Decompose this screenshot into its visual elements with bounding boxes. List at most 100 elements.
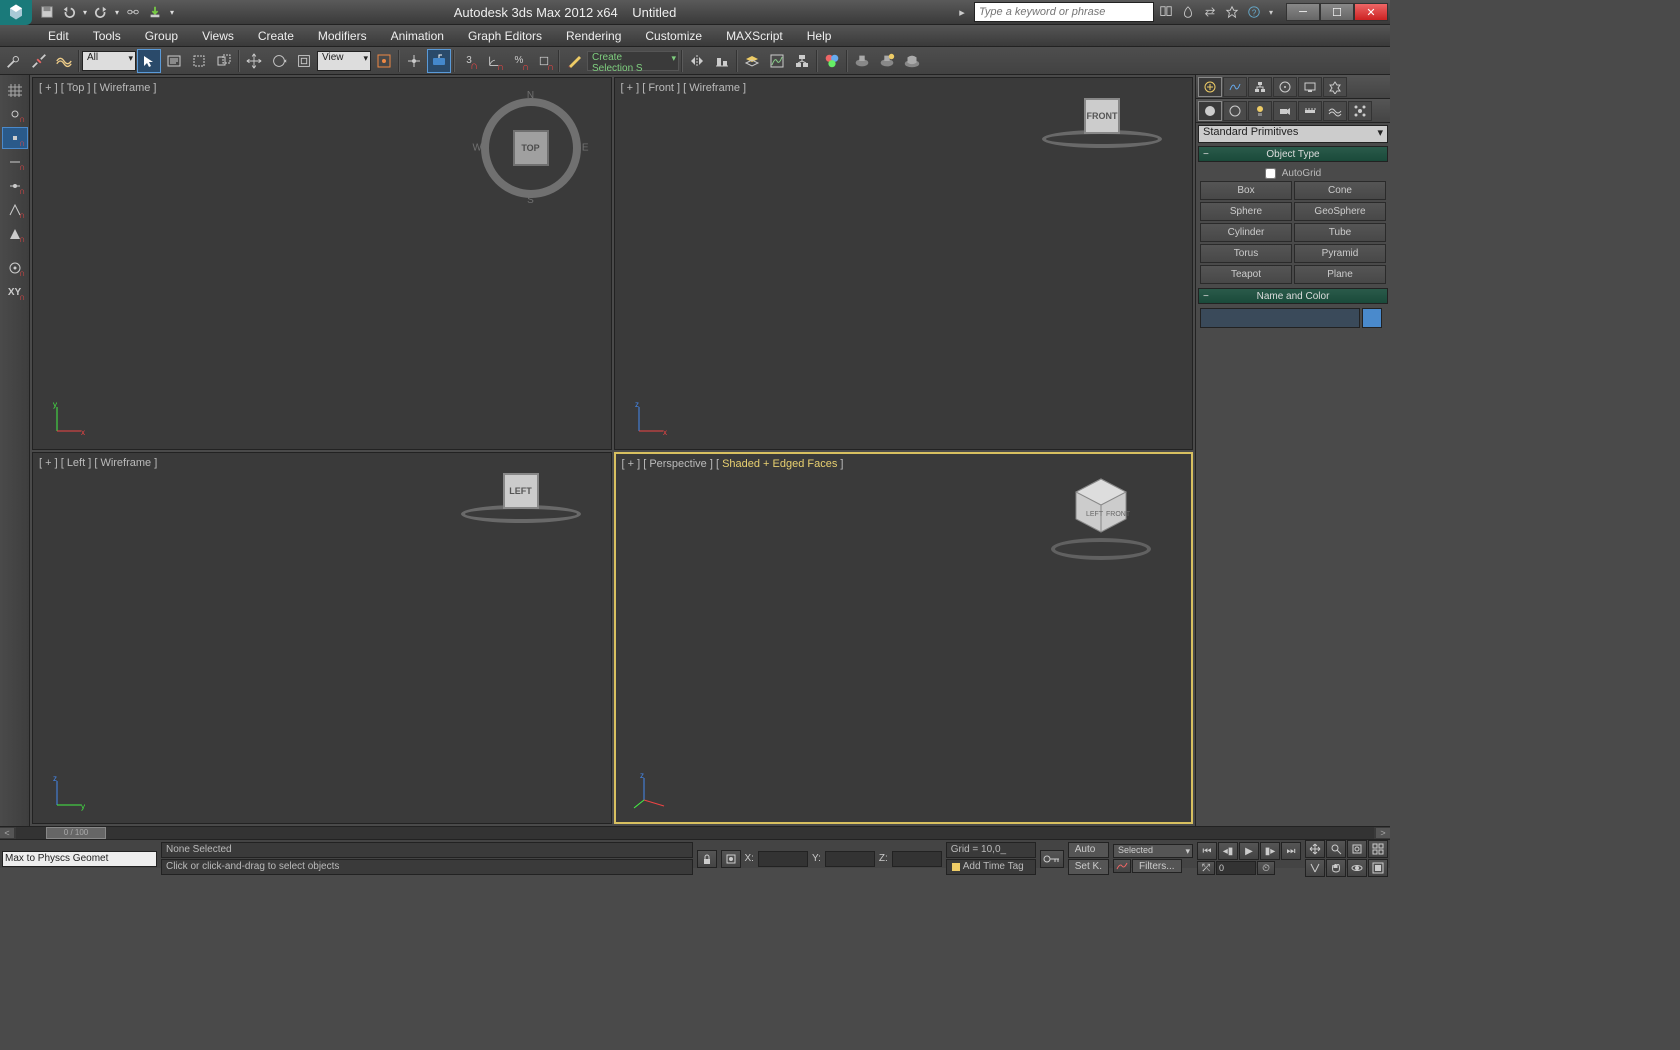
zoom-all-icon[interactable] [1368, 840, 1388, 858]
selection-filter-dropdown[interactable]: All [82, 51, 136, 71]
snap-edge-icon[interactable]: ∩ [2, 199, 28, 221]
infocenter-toggle-icon[interactable]: ▸ [952, 3, 972, 21]
utilities-tab-icon[interactable] [1323, 77, 1347, 97]
snap-face-icon[interactable]: ∩ [2, 223, 28, 245]
snap-toggle-icon[interactable]: 3∩ [457, 49, 481, 73]
menu-customize[interactable]: Customize [633, 25, 714, 47]
viewcube-front[interactable]: FRONT [1042, 98, 1162, 148]
rotate-icon[interactable] [267, 49, 291, 73]
angle-snap-icon[interactable]: ∩ [482, 49, 506, 73]
snap-vertex-icon[interactable]: ∩ [2, 127, 28, 149]
hierarchy-tab-icon[interactable] [1248, 77, 1272, 97]
z-coord-input[interactable] [892, 851, 942, 867]
time-config-icon[interactable]: ⏲ [1257, 861, 1275, 875]
cone-button[interactable]: Cone [1294, 181, 1386, 200]
viewcube-perspective[interactable]: LEFT FRONT [1041, 474, 1161, 564]
key-step-icon[interactable]: ⤱ [1197, 861, 1215, 875]
timeslider-left-icon[interactable]: < [0, 828, 14, 838]
play-icon[interactable]: ▶ [1239, 842, 1259, 860]
sphere-button[interactable]: Sphere [1200, 202, 1292, 221]
tube-button[interactable]: Tube [1294, 223, 1386, 242]
render-setup-icon[interactable] [850, 49, 874, 73]
fov-icon[interactable] [1305, 859, 1325, 877]
goto-start-icon[interactable]: ⏮ [1197, 842, 1217, 860]
pivot-center-icon[interactable] [372, 49, 396, 73]
cylinder-button[interactable]: Cylinder [1200, 223, 1292, 242]
pan-icon[interactable] [1305, 840, 1325, 858]
viewport-label-top[interactable]: [ + ] [ Top ] [ Wireframe ] [39, 82, 156, 94]
viewport-left[interactable]: [ + ] [ Left ] [ Wireframe ] LEFT zy [32, 452, 612, 825]
object-color-swatch[interactable] [1362, 308, 1382, 328]
zoom-extents-icon[interactable] [1347, 840, 1367, 858]
help-icon[interactable]: ? [1244, 3, 1264, 21]
select-by-name-icon[interactable] [162, 49, 186, 73]
autogrid-checkbox[interactable] [1265, 168, 1276, 179]
menu-edit[interactable]: Edit [36, 25, 81, 47]
layer-manager-icon[interactable] [740, 49, 764, 73]
torus-button[interactable]: Torus [1200, 244, 1292, 263]
isolate-icon[interactable] [721, 850, 741, 868]
menu-help[interactable]: Help [795, 25, 844, 47]
viewcube-top[interactable]: TOP N S W E [481, 98, 581, 198]
modify-tab-icon[interactable] [1223, 77, 1247, 97]
key-filters-button[interactable]: Filters... [1132, 859, 1182, 873]
save-icon[interactable] [36, 2, 58, 22]
zoom-icon[interactable] [1326, 840, 1346, 858]
x-coord-input[interactable] [758, 851, 808, 867]
select-region-rect-icon[interactable] [187, 49, 211, 73]
viewport-front[interactable]: [ + ] [ Front ] [ Wireframe ] FRONT zx [614, 77, 1194, 450]
display-tab-icon[interactable] [1298, 77, 1322, 97]
pyramid-button[interactable]: Pyramid [1294, 244, 1386, 263]
viewport-label-left[interactable]: [ + ] [ Left ] [ Wireframe ] [39, 457, 157, 469]
percent-snap-icon[interactable]: %∩ [507, 49, 531, 73]
viewcube-left[interactable]: LEFT [461, 473, 581, 523]
primitive-category-dropdown[interactable]: Standard Primitives [1198, 125, 1388, 143]
lights-subtab-icon[interactable] [1248, 101, 1272, 121]
goto-end-icon[interactable]: ⏭ [1281, 842, 1301, 860]
maximize-button[interactable]: ☐ [1320, 3, 1354, 21]
snap-endpoint-icon[interactable]: ∩ [2, 151, 28, 173]
next-frame-icon[interactable]: ▮▸ [1260, 842, 1280, 860]
set-key-button[interactable]: Set K. [1068, 859, 1109, 875]
viewport-label-perspective[interactable]: [ + ] [ Perspective ] [ Shaded + Edged F… [622, 458, 844, 470]
viewport-label-front[interactable]: [ + ] [ Front ] [ Wireframe ] [621, 82, 747, 94]
select-link-icon[interactable] [2, 49, 26, 73]
key-selected-dropdown[interactable]: Selected [1113, 844, 1193, 858]
orbit-icon[interactable] [1347, 859, 1367, 877]
menu-group[interactable]: Group [133, 25, 190, 47]
qat-dropdown-icon[interactable]: ▾ [166, 2, 178, 22]
time-tag-button[interactable]: Add Time Tag [946, 859, 1036, 875]
menu-graph-editors[interactable]: Graph Editors [456, 25, 554, 47]
plane-button[interactable]: Plane [1294, 265, 1386, 284]
cameras-subtab-icon[interactable] [1273, 101, 1297, 121]
menu-maxscript[interactable]: MAXScript [714, 25, 795, 47]
redo-dropdown-icon[interactable]: ▾ [112, 2, 122, 22]
curve-editor-icon[interactable] [765, 49, 789, 73]
schematic-view-icon[interactable] [790, 49, 814, 73]
menu-modifiers[interactable]: Modifiers [306, 25, 379, 47]
menu-create[interactable]: Create [246, 25, 306, 47]
snap-pivot-icon[interactable]: ∩ [2, 103, 28, 125]
maxscript-listener[interactable]: Max to Physcs Geomet [2, 851, 157, 867]
unlink-icon[interactable] [27, 49, 51, 73]
teapot-button[interactable]: Teapot [1200, 265, 1292, 284]
viewport-perspective[interactable]: [ + ] [ Perspective ] [ Shaded + Edged F… [614, 452, 1194, 825]
key-icon[interactable] [1040, 850, 1064, 868]
lock-selection-icon[interactable] [697, 850, 717, 868]
menu-animation[interactable]: Animation [379, 25, 456, 47]
menu-views[interactable]: Views [190, 25, 246, 47]
exchange-icon[interactable] [1200, 3, 1220, 21]
undo-icon[interactable] [58, 2, 80, 22]
current-frame-input[interactable]: 0 [1216, 861, 1256, 875]
time-slider-handle[interactable]: 0 / 100 [46, 827, 106, 839]
snap-axis-icon[interactable]: XY∩ [2, 281, 28, 303]
app-menu-button[interactable] [0, 0, 32, 25]
manipulate-icon[interactable] [402, 49, 426, 73]
move-icon[interactable] [242, 49, 266, 73]
keyboard-shortcut-icon[interactable] [427, 49, 451, 73]
create-tab-icon[interactable] [1198, 77, 1222, 97]
mirror-icon[interactable] [685, 49, 709, 73]
edit-selection-set-icon[interactable] [562, 49, 586, 73]
box-button[interactable]: Box [1200, 181, 1292, 200]
window-crossing-icon[interactable] [212, 49, 236, 73]
